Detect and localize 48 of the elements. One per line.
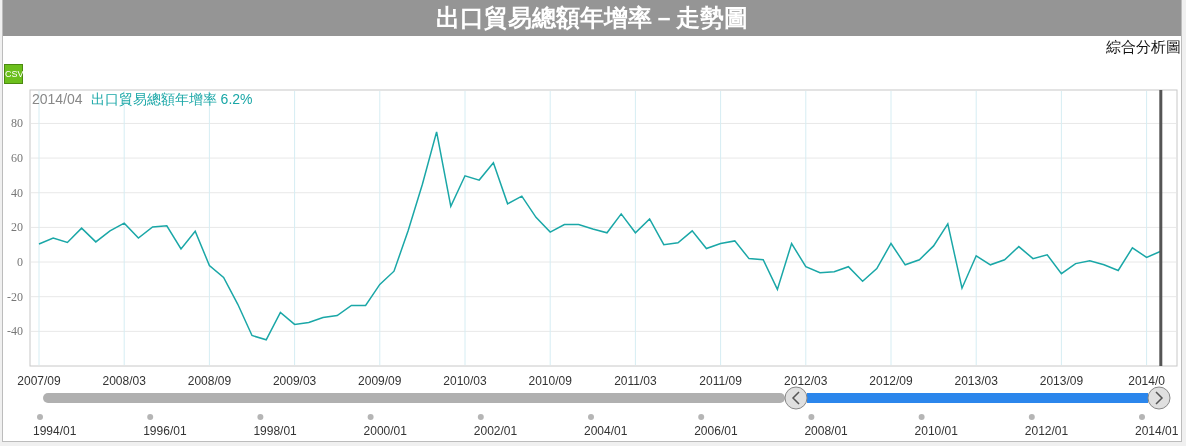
timeline-dot xyxy=(1139,414,1145,420)
timeline-dot xyxy=(257,414,264,420)
timeline-label: 2004/01 xyxy=(584,424,628,438)
timeline-dot xyxy=(808,414,815,420)
timeline-label: 1996/01 xyxy=(143,424,187,438)
left-handle[interactable] xyxy=(784,386,808,410)
analysis-chart-link[interactable]: 綜合分析圖 xyxy=(1106,37,1181,57)
timeline-label: 2008/01 xyxy=(804,424,848,438)
timeline-dot xyxy=(588,414,594,420)
timeline-label: 2002/01 xyxy=(473,424,518,438)
y-axis-label: 80 xyxy=(11,116,23,131)
x-axis-label: 2009/03 xyxy=(272,374,317,388)
x-axis-label: 2011/03 xyxy=(614,374,657,388)
timeline-dot xyxy=(37,414,43,420)
timeline-label: 2000/01 xyxy=(363,424,407,438)
x-axis-label: 2014/0 xyxy=(1128,374,1165,388)
y-axis-label: -20 xyxy=(7,289,23,304)
timeline-label: 2014/01 xyxy=(1135,424,1179,438)
timeline-label: 1994/01 xyxy=(33,424,77,438)
timeline-dot xyxy=(918,414,925,420)
timeline-label: 1998/01 xyxy=(253,424,297,438)
y-axis-label: 40 xyxy=(11,185,23,200)
timeline-label: 2006/01 xyxy=(694,424,738,438)
y-axis-label: -40 xyxy=(7,324,23,339)
timeline-label: 2010/01 xyxy=(914,424,958,438)
tooltip-text: 2014/04 出口貿易總額年增率 6.2% xyxy=(32,91,253,107)
timeline-dot xyxy=(698,414,705,420)
right-handle[interactable] xyxy=(1147,386,1171,410)
chart-title: 出口貿易總額年增率－走勢圖 xyxy=(436,4,748,33)
x-axis-label: 2011/09 xyxy=(699,374,742,388)
timeline-dot xyxy=(477,414,484,420)
timeline-dot xyxy=(367,414,374,420)
x-axis-label: 2008/09 xyxy=(187,374,232,388)
y-axis-label: 0 xyxy=(17,255,23,270)
timeline-dot xyxy=(1028,414,1035,420)
x-axis-label: 2010/09 xyxy=(528,374,572,388)
x-axis-label: 2007/09 xyxy=(17,374,61,388)
x-axis-label: 2012/09 xyxy=(869,374,913,388)
x-axis-label: 2013/03 xyxy=(954,374,998,388)
timeline-dot xyxy=(147,414,154,420)
x-axis-label: 2008/03 xyxy=(102,374,146,388)
y-axis-label: 20 xyxy=(11,220,23,235)
x-axis-label: 2013/09 xyxy=(1039,374,1084,388)
x-axis-label: 2012/03 xyxy=(784,374,828,388)
x-axis-label: 2010/03 xyxy=(443,374,487,388)
x-axis-label: 2009/09 xyxy=(358,374,402,388)
y-axis-label: 60 xyxy=(11,151,23,166)
timeline-label: 2012/01 xyxy=(1024,424,1069,438)
